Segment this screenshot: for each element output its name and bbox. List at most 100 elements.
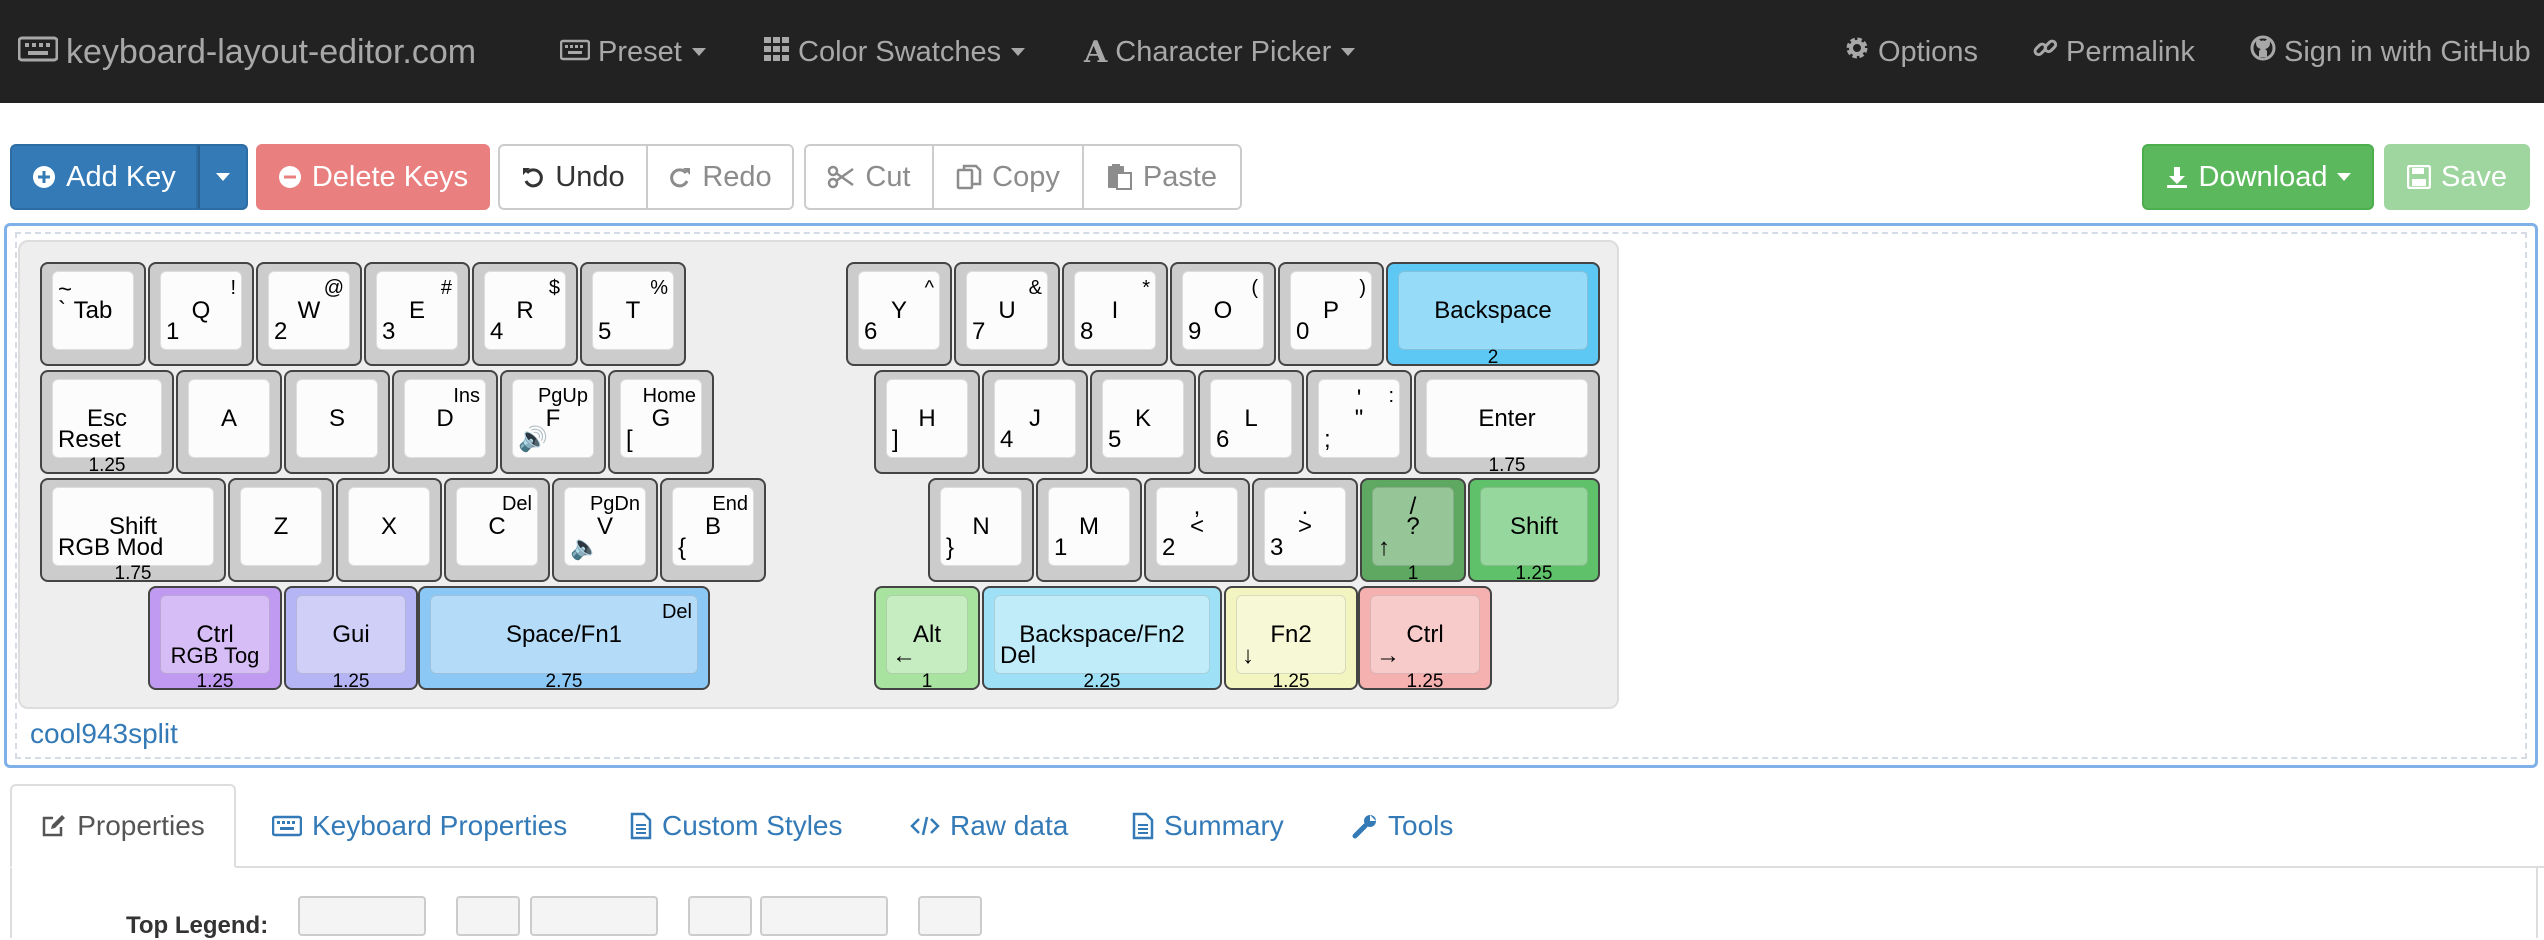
undo-button[interactable]: Undo [498,144,648,210]
key-width-label: 1.25 [196,671,234,692]
wrench-icon [1352,813,1378,839]
keyboard-key[interactable]: ~ Tab ` [40,262,146,366]
keyboard-key[interactable]: ) P 0 [1278,262,1384,366]
keyboard-key[interactable]: . >3 [1252,478,1358,582]
keyboard-key[interactable]: Ctrl → 1.25 [1358,586,1492,691]
keyboard-key[interactable]: N} [928,478,1034,582]
keyboard-key[interactable]: H] [874,370,980,474]
keyboard-key[interactable]: ! Q 1 [148,262,254,366]
keyboard-key[interactable]: PgUp F 🔊 [500,370,606,474]
top-legend-label: Top Legend: [126,912,269,939]
keyboard-key[interactable]: X [336,478,442,582]
tab-summary[interactable]: Summary [1132,784,1284,868]
top-legend-size-center[interactable] [688,896,752,936]
save-button[interactable]: Save [2384,144,2530,210]
brand-label: keyboard-layout-editor.com [66,32,477,71]
keyboard-key[interactable]: Shift 1.25 [1468,478,1600,583]
caret-down-icon [1011,48,1026,56]
key-legend-tr: Home [642,385,696,407]
key-legend-cc: H [918,404,936,432]
options-link[interactable]: Options [1844,30,1978,74]
save-label: Save [2440,160,2508,193]
keyboard-key[interactable]: J4 [982,370,1088,474]
keyboard-key[interactable]: # E 3 [364,262,470,366]
add-key-dropdown-button[interactable] [198,144,248,210]
tab-summary-label: Summary [1164,810,1284,841]
tab-custom-styles[interactable]: Custom Styles [630,784,843,868]
download-button[interactable]: Download [2142,144,2374,210]
character-picker-menu[interactable]: A Character Picker [1084,30,1356,74]
keyboard-key[interactable]: PgDn V 🔈 [552,478,658,582]
keyboard-key[interactable]: Enter 1.75 [1414,370,1600,475]
caret-down-icon [1341,48,1356,56]
key-legend-bl: 8 [1080,318,1094,345]
tab-raw-data[interactable]: Raw data [910,784,1068,868]
keyboard-key[interactable]: & U 7 [954,262,1060,366]
key-cap: Fn2 ↓ [1236,595,1346,674]
preset-menu[interactable]: Preset [559,30,706,74]
keyboard-key[interactable]: End B{ [660,478,766,582]
keyboard-key[interactable]: A [176,370,282,474]
keyboard-key[interactable]: Gui 1.25 [284,586,418,691]
key-legend-bl: 9 [1188,318,1202,345]
key-legend-tr: ! [230,277,236,299]
keyboard-key[interactable]: Z [228,478,334,582]
color-swatches-menu[interactable]: Color Swatches [764,30,1026,74]
keyboard-key[interactable]: K5 [1090,370,1196,474]
sign-in-link[interactable]: Sign in with GitHub [2250,30,2531,74]
brand-link[interactable]: keyboard-layout-editor.com [17,30,477,74]
keyboard-key[interactable]: Del Space/Fn1 2.75 [418,586,710,691]
keyboard-key[interactable]: Ctrl RGB Tog 1.25 [148,586,282,692]
keyboard-key[interactable]: Home G [ [608,370,714,474]
tab-properties[interactable]: Properties [10,784,236,868]
keyboard-key[interactable]: ^ Y 6 [846,262,952,366]
keyboard-key[interactable]: Shift RGB Mod 1.75 [40,478,226,583]
key-legend-bl: ; [1324,426,1331,453]
paste-button[interactable]: Paste [1082,144,1242,210]
redo-button[interactable]: Redo [646,144,794,210]
keyboard-key[interactable]: M1 [1036,478,1142,582]
key-cap: L6 [1210,379,1292,458]
keyboard-key[interactable]: , <2 [1144,478,1250,582]
keyboard-key[interactable]: Del C [444,478,550,582]
keyboard-key[interactable]: (O 9 [1170,262,1276,366]
color-swatches-label: Color Swatches [798,35,1002,68]
delete-keys-label: Delete Keys [311,160,469,193]
tab-keyboard-properties[interactable]: Keyboard Properties [272,784,567,868]
top-legend-input-right[interactable] [760,896,888,936]
top-legend-input-center[interactable] [530,896,658,936]
key-legend-tr: ) [1359,277,1366,299]
keyboard-key[interactable]: Ins D [392,370,498,474]
keyboard-key[interactable]: Alt ← 1 [874,586,980,691]
tab-raw-data-label: Raw data [950,810,1069,841]
keyboard-key[interactable]: Fn2 ↓ 1.25 [1224,586,1358,691]
caret-down-icon [2337,173,2352,181]
add-key-button[interactable]: Add Key [10,144,198,210]
keyboard-key[interactable]: S [284,370,390,474]
paste-label: Paste [1142,160,1218,193]
keyboard-key[interactable]: @ W 2 [256,262,362,366]
tab-tools[interactable]: Tools [1352,784,1453,868]
keyboard-key[interactable]: Backspace 2 [1386,262,1600,367]
copy-button[interactable]: Copy [932,144,1084,210]
permalink-link[interactable]: Permalink [2032,30,2195,74]
keyboard-key[interactable]: /? ↑ 1 [1360,478,1466,583]
top-legend-size-left[interactable] [456,896,520,936]
key-cap: /? ↑ [1372,487,1454,566]
key-cap: M1 [1048,487,1130,566]
top-legend-input-left[interactable] [298,896,426,936]
keyboard-name-label[interactable]: cool943split [30,718,178,750]
keyboard-key[interactable]: : ' "; [1306,370,1412,474]
keyboard-key[interactable]: $ R 4 [472,262,578,366]
keyboard-key[interactable]: Backspace/Fn2 Del 2.25 [982,586,1222,691]
delete-keys-button[interactable]: Delete Keys [256,144,490,210]
keyboard-key[interactable]: % T 5 [580,262,686,366]
cut-button[interactable]: Cut [804,144,934,210]
key-cap: (O 9 [1182,271,1264,350]
keyboard-key[interactable]: L6 [1198,370,1304,474]
keyboard-key[interactable]: * I 8 [1062,262,1168,366]
font-icon: A [1084,34,1108,70]
top-legend-size-right[interactable] [918,896,982,936]
keyboard-key[interactable]: Esc Reset 1.25 [40,370,174,475]
key-cap: ! Q 1 [160,271,242,350]
